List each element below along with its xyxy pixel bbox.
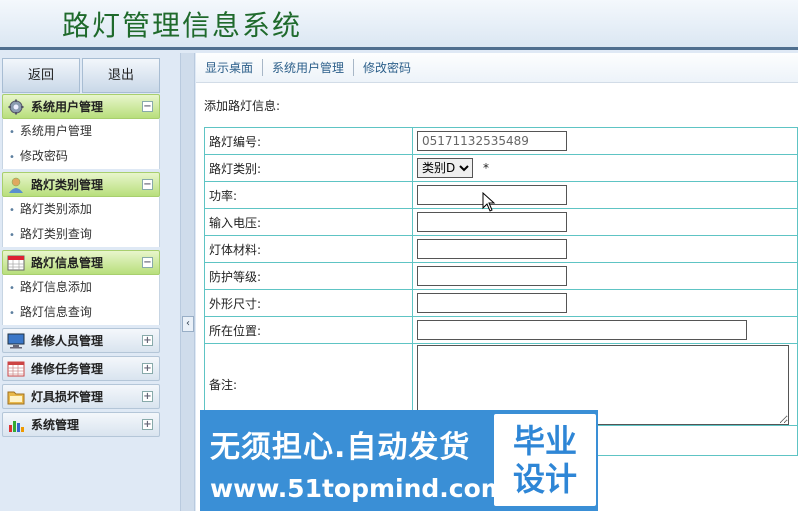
sidebar-item-lamp-add[interactable]: 路灯信息添加 [3,275,159,300]
sidebar-item-lamp-query[interactable]: 路灯信息查询 [3,300,159,325]
material-input[interactable] [417,239,567,259]
form-row: 输入电压: [204,208,798,236]
sidebar-button-bar: 返回 退出 [2,58,160,93]
menu-group-label: 路灯类别管理 [31,178,104,192]
form-title: 添加路灯信息: [204,99,281,113]
menu-group-items: 系统用户管理 修改密码 [2,119,160,169]
form-row: 外形尺寸: [204,289,798,317]
mouse-cursor-icon [482,192,496,212]
menu-group-repair-staff[interactable]: 维修人员管理 + [2,328,160,353]
field-label: 路灯编号: [204,127,413,155]
sidebar-item-category-add[interactable]: 路灯类别添加 [3,197,159,222]
monitor-icon [7,333,25,349]
expand-toggle-icon[interactable]: + [142,363,153,374]
lamp-info-form: 路灯编号: 路灯类别: 类别D * 功率: 输入电压: 灯体材料: 防护等级: [204,127,798,456]
field-label: 输入电压: [204,208,413,236]
user-icon [7,177,25,193]
gear-icon [7,99,25,115]
sidebar-item-change-password[interactable]: 修改密码 [3,144,159,169]
watermark-slogan: 无须担心.自动发货 [210,430,471,465]
lamp-number-input[interactable] [417,131,567,151]
location-input[interactable] [417,320,747,340]
sidebar-item-category-query[interactable]: 路灯类别查询 [3,222,159,247]
form-row: 路灯编号: [204,127,798,155]
collapse-toggle-icon[interactable]: − [142,257,153,268]
required-mark: * [483,161,489,175]
collapse-sidebar-icon[interactable]: ‹ [182,316,194,332]
sidebar-splitter[interactable]: ‹ [180,53,195,511]
form-row: 防护等级: [204,262,798,290]
back-button[interactable]: 返回 [2,58,80,93]
menu-group-label: 灯具损坏管理 [31,390,104,404]
form-row: 功率: [204,181,798,209]
tab-change-password[interactable]: 修改密码 [353,59,420,76]
lamp-category-select[interactable]: 类别D [417,158,473,178]
form-row: 路灯类别: 类别D * [204,154,798,182]
watermark-url: www.51topmind.com [210,474,507,503]
watermark-banner: 无须担心.自动发货 www.51topmind.com 毕业 设计 [200,410,598,511]
tab-bar: 显示桌面 系统用户管理 修改密码 [196,53,798,83]
logout-button[interactable]: 退出 [82,58,160,93]
form-row: 所在位置: [204,316,798,344]
watermark-badge-line: 毕业 [512,422,577,460]
menu-group-label: 维修人员管理 [31,334,104,348]
menu-group-items: 路灯类别添加 路灯类别查询 [2,197,160,247]
expand-toggle-icon[interactable]: + [142,391,153,402]
field-label: 所在位置: [204,316,413,344]
menu-group-label: 维修任务管理 [31,362,104,376]
expand-toggle-icon[interactable]: + [142,419,153,430]
menu-group-label: 路灯信息管理 [31,256,104,270]
tab-system-users[interactable]: 系统用户管理 [262,59,353,76]
chart-icon [7,417,25,433]
voltage-input[interactable] [417,212,567,232]
field-label: 灯体材料: [204,235,413,263]
menu-group-repair-tasks[interactable]: 维修任务管理 + [2,356,160,381]
size-input[interactable] [417,293,567,313]
folder-icon [7,389,25,405]
app-header: 路灯管理信息系统 [0,0,798,50]
collapse-toggle-icon[interactable]: − [142,179,153,190]
sidebar-menu: 系统用户管理 − 系统用户管理 修改密码 路灯类别管理 − 路灯类别添加 路灯类… [2,94,160,437]
protection-level-input[interactable] [417,266,567,286]
menu-group-lamp-category[interactable]: 路灯类别管理 − [2,172,160,197]
field-label: 外形尺寸: [204,289,413,317]
sidebar-item-system-users[interactable]: 系统用户管理 [3,119,159,144]
collapse-toggle-icon[interactable]: − [142,101,153,112]
menu-group-system-users[interactable]: 系统用户管理 − [2,94,160,119]
field-label: 路灯类别: [204,154,413,182]
field-label: 功率: [204,181,413,209]
tab-desktop[interactable]: 显示桌面 [205,59,262,76]
watermark-badge-line: 设计 [512,460,577,498]
menu-group-lamp-info[interactable]: 路灯信息管理 − [2,250,160,275]
menu-group-items: 路灯信息添加 路灯信息查询 [2,275,160,325]
menu-group-damage[interactable]: 灯具损坏管理 + [2,384,160,409]
field-label: 防护等级: [204,262,413,290]
expand-toggle-icon[interactable]: + [142,335,153,346]
app-title: 路灯管理信息系统 [62,9,303,42]
menu-group-label: 系统管理 [31,418,80,432]
sidebar: 返回 退出 系统用户管理 − 系统用户管理 修改密码 路灯类别管理 − 路灯类别… [0,53,166,511]
grid-icon [7,361,25,377]
form-row: 灯体材料: [204,235,798,263]
watermark-badge: 毕业 设计 [494,414,596,506]
calendar-icon [7,255,25,271]
menu-group-system[interactable]: 系统管理 + [2,412,160,437]
menu-group-label: 系统用户管理 [31,100,104,114]
